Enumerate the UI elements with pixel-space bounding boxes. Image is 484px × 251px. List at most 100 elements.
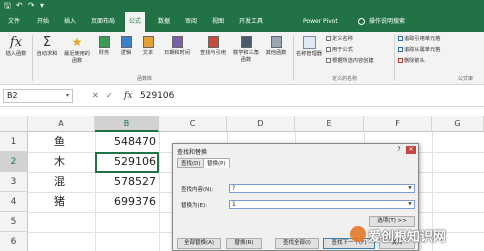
cell-a2[interactable]: 木 xyxy=(54,152,65,172)
tab-home[interactable]: 开始 xyxy=(37,12,49,32)
name-box[interactable]: B2 ▾ xyxy=(3,89,73,103)
tab-formulas[interactable]: 公式 xyxy=(125,12,146,33)
column-header-a[interactable]: A xyxy=(28,116,95,132)
trace-dependents-button[interactable]: 追踪从属单元格 xyxy=(398,46,440,54)
logical-button[interactable]: 逻辑 xyxy=(116,36,136,57)
use-in-formula-button[interactable]: 用于公式 xyxy=(326,46,353,54)
insert-function-button[interactable]: fx 插入函数 xyxy=(2,36,30,58)
cancel-icon[interactable]: ✕ xyxy=(92,89,99,103)
redo-icon[interactable]: ↷ xyxy=(28,1,35,11)
find-what-label: 查找内容(N): xyxy=(181,187,214,193)
financial-button[interactable]: 财务 xyxy=(94,36,114,57)
text-book-icon xyxy=(142,36,154,48)
define-name-button[interactable]: 定义名称 xyxy=(326,35,353,43)
function-library-label: 函数库 xyxy=(137,76,153,82)
row-header-3[interactable]: 3 xyxy=(0,172,28,192)
lookup-reference-button[interactable]: 查找与引用 xyxy=(196,36,230,57)
row-header-6[interactable]: 6 xyxy=(0,232,28,251)
replace-with-input[interactable]: 1 ▼ xyxy=(229,200,415,209)
find-what-input[interactable]: ? ▼ xyxy=(229,184,415,193)
row-header-5[interactable]: 5 xyxy=(0,212,28,232)
use-in-formula-icon xyxy=(326,47,331,52)
define-name-icon xyxy=(326,36,331,41)
column-header-f[interactable]: F xyxy=(364,116,432,132)
tab-find[interactable]: 查找(D) xyxy=(177,158,205,168)
tab-review[interactable]: 审阅 xyxy=(185,12,197,32)
find-what-dropdown-icon[interactable]: ▼ xyxy=(406,185,414,192)
cell-a3[interactable]: 混 xyxy=(54,172,65,192)
formula-bar: B2 ▾ ✕ ✓ fx 529106 xyxy=(0,85,484,107)
tab-replace[interactable]: 替换(P) xyxy=(203,158,230,168)
column-header-c[interactable]: C xyxy=(159,116,227,132)
tab-developer[interactable]: 开发工具 xyxy=(239,12,263,32)
date-time-book-icon xyxy=(171,36,183,48)
star-icon: ★ xyxy=(71,35,83,49)
row-header-4[interactable]: 4 xyxy=(0,192,28,212)
replace-all-button[interactable]: 全部替换(A) xyxy=(177,238,221,249)
defined-names-label: 定义的名称 xyxy=(332,76,358,82)
column-header-d[interactable]: D xyxy=(227,116,295,132)
trace-precedents-button[interactable]: 追踪引用单元格 xyxy=(398,35,440,43)
trace-precedents-icon xyxy=(398,36,403,41)
create-from-selection-button[interactable]: 根据所选内容创建 xyxy=(326,57,374,65)
tab-file[interactable]: 文件 xyxy=(8,12,20,32)
group-separator xyxy=(293,35,294,81)
column-header-b[interactable]: B xyxy=(95,116,159,132)
replace-button[interactable]: 替换(R) xyxy=(226,238,262,249)
cell-a1[interactable]: 鱼 xyxy=(54,132,65,152)
cell-a4[interactable]: 猪 xyxy=(54,192,65,212)
replace-with-dropdown-icon[interactable]: ▼ xyxy=(406,201,414,208)
formula-input[interactable]: 529106 xyxy=(140,89,174,103)
name-manager-button[interactable]: 名称管理器 xyxy=(296,36,322,58)
ribbon-tabs: 文件 开始 插入 页面布局 公式 数据 审阅 视图 开发工具 Power Piv… xyxy=(0,12,484,33)
remove-arrows-button[interactable]: 删除箭头 xyxy=(398,57,425,65)
name-box-dropdown-icon[interactable]: ▾ xyxy=(66,90,69,102)
autosum-button[interactable]: Σ 自动求和 xyxy=(33,36,61,58)
ribbon: fx 插入函数 Σ 自动求和 ★ 最近使用的函数 财务 逻辑 文本 日期和时间 … xyxy=(0,32,484,85)
math-book-icon xyxy=(240,36,252,48)
text-button[interactable]: 文本 xyxy=(138,36,158,57)
watermark-text: 爱创根知识网 xyxy=(368,230,447,245)
cell-b3[interactable]: 578527 xyxy=(95,172,159,192)
undo-icon[interactable]: ↶ xyxy=(16,1,23,11)
create-from-selection-icon xyxy=(326,58,331,63)
lookup-book-icon xyxy=(207,36,219,48)
enter-icon[interactable]: ✓ xyxy=(106,89,113,103)
dialog-close-icon[interactable]: ✕ xyxy=(406,146,416,154)
group-separator xyxy=(394,35,395,81)
sigma-icon: Σ xyxy=(42,35,52,50)
more-functions-button[interactable]: 其他函数 xyxy=(262,36,290,57)
tab-power-pivot[interactable]: Power Pivot xyxy=(303,12,338,32)
tell-me-search[interactable]: 操作说明搜索 xyxy=(369,12,405,32)
recent-functions-button[interactable]: ★ 最近使用的函数 xyxy=(62,36,92,65)
find-all-button[interactable]: 查找全部(I) xyxy=(275,238,319,249)
tab-insert[interactable]: 插入 xyxy=(64,12,76,32)
trace-dependents-icon xyxy=(398,47,403,52)
logical-book-icon xyxy=(120,36,132,48)
remove-arrows-icon xyxy=(398,58,403,63)
row-header-2[interactable]: 2 xyxy=(0,152,28,172)
title-bar: 🖫 ↶ ↷ ▾ xyxy=(0,0,484,12)
date-time-button[interactable]: 日期和时间 xyxy=(160,36,194,57)
watermark-logo-icon xyxy=(350,226,366,242)
math-trig-button[interactable]: 数学和三角函数 xyxy=(232,36,260,64)
tab-page-layout[interactable]: 页面布局 xyxy=(91,12,115,32)
fx-icon: fx xyxy=(9,35,23,50)
column-header-e[interactable]: E xyxy=(295,116,364,132)
active-cell-border xyxy=(95,152,159,173)
select-all-corner[interactable] xyxy=(0,116,28,132)
customize-quick-access-icon[interactable]: ▾ xyxy=(40,1,44,11)
tab-data[interactable]: 数据 xyxy=(158,12,170,32)
lightbulb-icon xyxy=(358,18,365,25)
cell-b1[interactable]: 548470 xyxy=(95,132,159,152)
save-icon[interactable]: 🖫 xyxy=(4,1,11,11)
replace-with-label: 替换为(E): xyxy=(181,203,208,209)
column-header-g[interactable]: G xyxy=(432,116,484,132)
cell-b4[interactable]: 699376 xyxy=(95,192,159,212)
more-functions-book-icon xyxy=(270,36,282,48)
formula-auditing-label: 公式审 xyxy=(458,76,474,82)
row-header-1[interactable]: 1 xyxy=(0,132,28,152)
insert-function-fx-icon[interactable]: fx xyxy=(124,89,132,103)
tab-view[interactable]: 视图 xyxy=(212,12,224,32)
help-icon[interactable]: ? xyxy=(394,146,404,154)
